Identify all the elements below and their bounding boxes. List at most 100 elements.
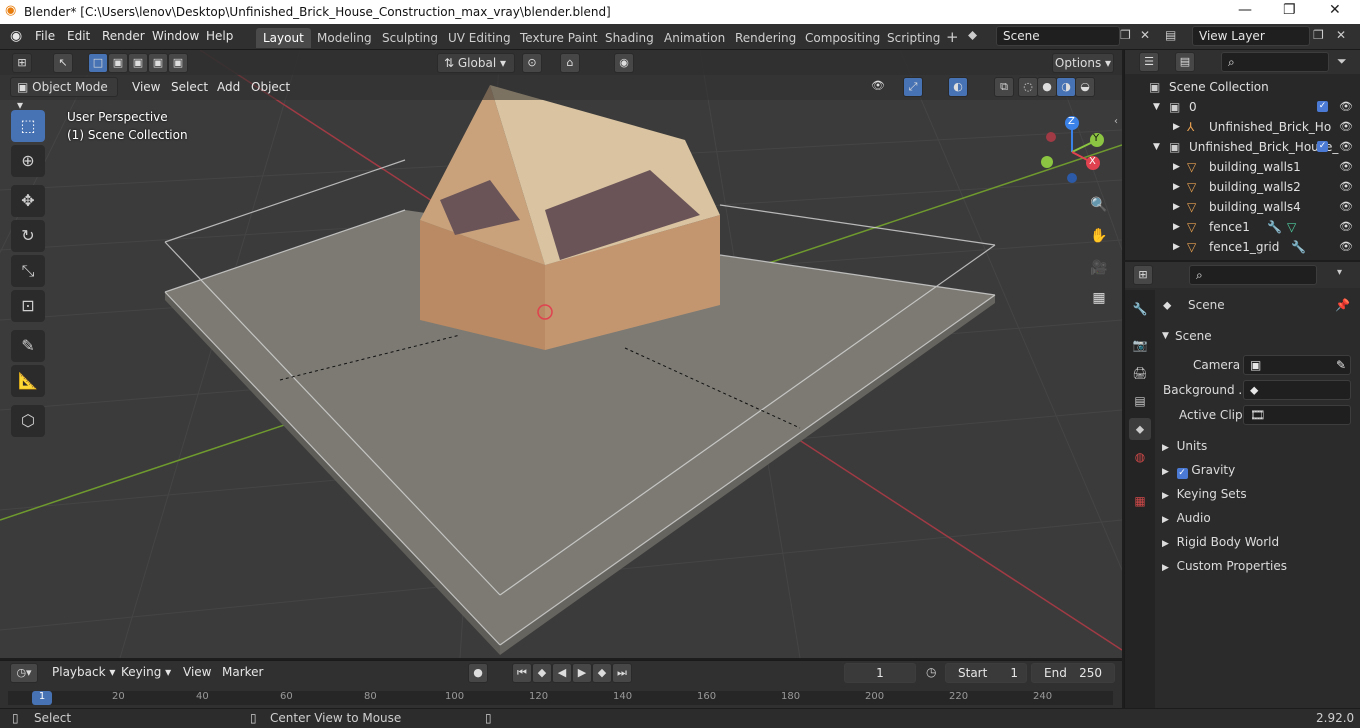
outliner-row-building-walls2[interactable]: ▶ ▽ building_walls2 👁 [1125,177,1360,197]
delete-view-layer-icon[interactable]: ✕ [1336,28,1346,42]
outliner-row-fence1-grid[interactable]: ▶ ▽ fence1_grid 🔧 👁 [1125,237,1360,257]
scene-selector-icon[interactable]: ⬥ [968,28,977,43]
visibility-icon[interactable]: 👁 [868,77,888,97]
eye-icon[interactable]: 👁 [1339,97,1353,117]
timeline-menu-view[interactable]: View [183,665,211,679]
viewport-menu-add[interactable]: Add [217,80,240,94]
next-keyframe-icon[interactable]: ◆ [592,663,612,683]
expand-arrow-icon[interactable]: ▶ [1173,217,1180,237]
pan-hand-icon[interactable]: ✋ [1087,224,1111,248]
sidebar-toggle-icon[interactable]: ‹ [1114,116,1118,127]
viewport-menu-object[interactable]: Object [251,80,290,94]
select-mode-extend-icon[interactable]: ▣ [108,53,128,73]
playhead[interactable]: 1 [32,691,52,705]
eye-icon[interactable]: 👁 [1339,217,1353,237]
shading-wireframe-icon[interactable]: ◌ [1018,77,1038,97]
display-mode-icon[interactable]: ▤ [1175,52,1195,72]
record-icon[interactable]: ● [468,663,488,683]
scene-name-field[interactable]: Scene [996,26,1120,46]
copy-view-layer-icon[interactable]: ❐ [1313,28,1324,42]
eye-icon[interactable]: 👁 [1339,177,1353,197]
copy-scene-icon[interactable]: ❐ [1120,28,1131,42]
section-audio[interactable]: ▶ Audio [1162,507,1211,529]
viewport-menu-select[interactable]: Select [171,80,208,94]
tool-select-box-icon[interactable]: ⬚ [11,110,45,142]
tab-compositing[interactable]: Compositing [798,28,887,48]
shading-material-icon[interactable]: ◑ [1056,77,1076,97]
outliner-row-0[interactable]: ▼ ▣ 0 ✓ 👁 [1125,97,1360,117]
options-dropdown[interactable]: Options ▾ [1052,53,1114,73]
eye-icon[interactable]: 👁 [1339,137,1353,157]
properties-editor-type-icon[interactable]: ⊞ [1133,265,1153,285]
shading-solid-icon[interactable]: ● [1037,77,1057,97]
tab-scene-icon[interactable]: ⬥ [1129,418,1151,440]
menu-edit[interactable]: Edit [67,29,90,43]
section-keying-sets[interactable]: ▶ Keying Sets [1162,483,1247,505]
tab-view-layer-icon[interactable]: ▤ [1129,390,1151,412]
exclude-checkbox[interactable]: ✓ [1317,141,1328,152]
filter-icon[interactable]: ⏷ [1337,54,1347,69]
tab-animation[interactable]: Animation [657,28,732,48]
tab-layout[interactable]: Layout [256,28,311,48]
outliner-row-unfinished-brick-ho[interactable]: ▶ ⅄ Unfinished_Brick_Ho 👁 [1125,117,1360,137]
shading-rendered-icon[interactable]: ◒ [1075,77,1095,97]
tab-uv-editing[interactable]: UV Editing [441,28,518,48]
timeline-editor-type-icon[interactable]: ◷▾ [10,663,38,683]
tool-cursor-icon[interactable]: ⊕ [11,145,45,177]
outliner-row-scene-collection[interactable]: ▣ Scene Collection [1125,77,1360,97]
select-tool-icon[interactable]: ↖ [53,53,73,73]
minimize-icon[interactable]: — [1238,2,1252,18]
properties-options-icon[interactable]: ▾ [1337,267,1342,278]
tool-scale-icon[interactable]: ⤡ [11,255,45,287]
xray-icon[interactable]: ⧉ [994,77,1014,97]
start-frame-field[interactable]: Start 1 [945,663,1027,683]
proportional-edit-icon[interactable]: ◉ [614,53,634,73]
play-icon[interactable]: ▶ [572,663,592,683]
outliner-row-building-walls1[interactable]: ▶ ▽ building_walls1 👁 [1125,157,1360,177]
tab-output-icon[interactable]: 🖨 [1129,362,1151,384]
tab-scripting[interactable]: Scripting [880,28,947,48]
outliner-search-input[interactable]: ⌕ [1221,52,1329,72]
transform-orientation-dropdown[interactable]: ⇅ Global ▾ [437,53,515,73]
tab-world-icon[interactable]: ◍ [1129,446,1151,468]
close-icon[interactable]: ✕ [1329,2,1341,18]
select-mode-intersect-icon[interactable]: ▣ [168,53,188,73]
panel-collapse-arrow-icon[interactable]: ▼ [1162,325,1169,347]
expand-arrow-icon[interactable]: ▶ [1173,117,1180,137]
prev-keyframe-icon[interactable]: ◆ [532,663,552,683]
camera-view-icon[interactable]: 🎥 [1087,256,1111,280]
viewport-menu-view[interactable]: View [132,80,160,94]
ortho-grid-icon[interactable]: ▦ [1087,286,1111,310]
background-scene-field[interactable]: ⬥ [1243,380,1351,400]
menu-window[interactable]: Window [152,29,199,43]
editor-type-icon[interactable]: ⊞ [12,53,32,73]
3d-viewport[interactable]: ⊞ ↖ □ ▣ ▣ ▣ ▣ ⇅ Global ▾ ⊙ ⌂ ◉ Options ▾… [0,50,1122,658]
tool-add-cube-icon[interactable]: ⬡ [11,405,45,437]
section-rigid-body-world[interactable]: ▶ Rigid Body World [1162,531,1279,553]
blender-menu-icon[interactable]: ◉ [10,28,22,44]
expand-arrow-icon[interactable]: ▶ [1173,237,1180,257]
tool-move-icon[interactable]: ✥ [11,185,45,217]
outliner-row-building-walls4[interactable]: ▶ ▽ building_walls4 👁 [1125,197,1360,217]
timeline-menu-marker[interactable]: Marker [222,665,263,679]
jump-end-icon[interactable]: ⏭ [612,663,632,683]
outliner-row-unfinished-brick-house[interactable]: ▼ ▣ Unfinished_Brick_House_ ✓ 👁 [1125,137,1360,157]
eye-icon[interactable]: 👁 [1339,237,1353,257]
timeline-menu-playback[interactable]: Playback ▾ [52,665,115,679]
delete-scene-icon[interactable]: ✕ [1140,28,1150,42]
overlay-toggle-icon[interactable]: ◐ [948,77,968,97]
section-gravity[interactable]: ▶ ✓ Gravity [1162,459,1235,481]
exclude-checkbox[interactable]: ✓ [1317,101,1328,112]
add-workspace-icon[interactable]: + [946,28,959,46]
tab-shading[interactable]: Shading [598,28,661,48]
tab-tool-icon[interactable]: 🔧 [1129,298,1151,320]
end-frame-field[interactable]: End 250 [1031,663,1115,683]
menu-render[interactable]: Render [102,29,145,43]
eye-icon[interactable]: 👁 [1339,157,1353,177]
menu-help[interactable]: Help [206,29,233,43]
timeline-ruler[interactable]: 1 20 40 60 80 100 120 140 160 180 200 22… [8,691,1113,705]
tab-texture-icon[interactable]: ▦ [1129,490,1151,512]
tool-rotate-icon[interactable]: ↻ [11,220,45,252]
pivot-point-icon[interactable]: ⊙ [522,53,542,73]
menu-file[interactable]: File [35,29,55,43]
